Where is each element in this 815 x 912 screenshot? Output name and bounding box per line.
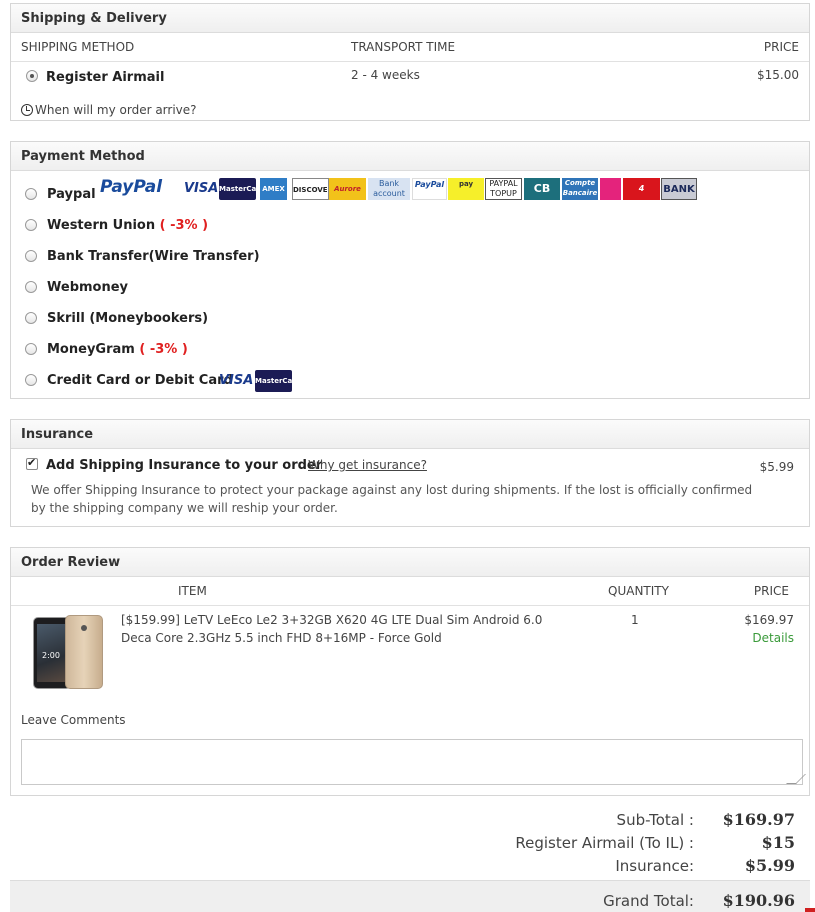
alarm-clock-icon — [21, 104, 33, 116]
col-shipping-method: SHIPPING METHOD — [21, 40, 135, 54]
webmoney-radio[interactable] — [25, 281, 37, 293]
grand-total-value: $190.96 — [722, 891, 795, 910]
register-airmail-radio[interactable] — [26, 70, 38, 82]
insurance-panel: Insurance Add Shipping Insurance to your… — [10, 419, 810, 527]
comments-label: Leave Comments — [21, 713, 126, 727]
pink-card-logo — [600, 178, 621, 200]
payment-label-western-union: Western Union — [47, 218, 156, 233]
shipping-option-row[interactable]: Register Airmail 2 - 4 weeks $15.00 — [11, 62, 809, 92]
payment-panel: Payment Method Paypal PayPal VISA Master… — [10, 141, 810, 399]
bank-logo: BANK — [661, 178, 697, 200]
bank-account-logo: Bank account — [368, 178, 410, 200]
col-item: ITEM — [178, 584, 207, 598]
order-title: Order Review — [11, 548, 809, 577]
payment-label-credit-card: Credit Card or Debit Card — [47, 373, 233, 388]
product-image[interactable]: 2:00 — [29, 615, 105, 693]
yellow-pay-logo: pay — [448, 178, 484, 200]
grand-total-label: Grand Total: — [603, 892, 694, 910]
col-order-price: PRICE — [753, 584, 789, 598]
comments-textarea[interactable] — [21, 739, 803, 785]
product-quantity: 1 — [631, 613, 639, 627]
western-union-discount: ( -3% ) — [159, 218, 209, 233]
bank-transfer-radio[interactable] — [25, 250, 37, 262]
western-union-radio[interactable] — [25, 219, 37, 231]
visa-logo: VISA — [184, 181, 218, 196]
shipping-title: Shipping & Delivery — [11, 4, 809, 33]
aurore-logo: Aurore — [329, 178, 366, 200]
insurance-title: Insurance — [11, 420, 809, 449]
paypal-logo: PayPal — [99, 177, 163, 197]
paypal-small-logo: PayPal — [412, 178, 447, 200]
payment-option-moneygram[interactable]: MoneyGram ( -3% ) — [25, 340, 325, 362]
product-price: $169.97 — [744, 613, 794, 627]
why-insurance-link[interactable]: Why get insurance? — [308, 458, 427, 472]
payment-title: Payment Method — [11, 142, 809, 171]
corner-marker-icon — [805, 908, 815, 912]
payment-label-webmoney: Webmoney — [47, 280, 129, 295]
insurance-price: $5.99 — [759, 460, 794, 474]
paypal-topup-logo: PAYPAL TOPUP — [485, 178, 522, 200]
discover-logo: DISCOVER — [292, 178, 329, 200]
insurance-label[interactable]: Add Shipping Insurance to your order — [46, 458, 322, 473]
insurance-description: We offer Shipping Insurance to protect y… — [31, 483, 753, 515]
insurance-total-value: $5.99 — [744, 856, 795, 875]
subtotal-label: Sub-Total : — [616, 811, 694, 829]
subtotal-value: $169.97 — [722, 810, 795, 829]
payment-option-western-union[interactable]: Western Union ( -3% ) — [25, 216, 325, 238]
col-quantity: QUANTITY — [608, 584, 669, 598]
shipping-total-label: Register Airmail (To IL) : — [515, 834, 694, 852]
payment-option-bank-transfer[interactable]: Bank Transfer(Wire Transfer) — [25, 247, 325, 269]
shipping-panel: Shipping & Delivery SHIPPING METHOD TRAN… — [10, 3, 810, 121]
payment-label-skrill: Skrill (Moneybookers) — [47, 311, 209, 326]
shipping-method-label: Register Airmail — [46, 70, 165, 85]
payment-logos-strip: PayPal VISA MasterCard AMEX DISCOVER Aur… — [96, 176, 697, 202]
shipping-total-value: $15 — [761, 833, 795, 852]
shipping-table-header: SHIPPING METHOD TRANSPORT TIME PRICE — [11, 33, 809, 62]
product-details-link[interactable]: Details — [752, 631, 794, 645]
credit-card-visa-logo: VISA — [219, 373, 253, 388]
paypal-radio[interactable] — [25, 188, 37, 200]
transport-time-value: 2 - 4 weeks — [351, 68, 420, 82]
credit-card-mastercard-logo: MasterCard — [255, 370, 292, 392]
order-totals: Sub-Total : $169.97 Register Airmail (To… — [0, 805, 815, 912]
amex-logo: AMEX — [260, 178, 287, 200]
moneygram-discount: ( -3% ) — [139, 342, 188, 357]
col-price: PRICE — [763, 40, 799, 54]
credit-card-radio[interactable] — [25, 374, 37, 386]
mastercard-logo: MasterCard — [219, 178, 256, 200]
order-arrive-text[interactable]: When will my order arrive? — [35, 103, 197, 117]
payment-label-bank-transfer: Bank Transfer(Wire Transfer) — [47, 249, 260, 264]
skrill-radio[interactable] — [25, 312, 37, 324]
payment-option-webmoney[interactable]: Webmoney — [25, 278, 325, 300]
insurance-total-label: Insurance: — [615, 857, 694, 875]
phone-clock: 2:00 — [42, 651, 60, 660]
col-transport-time: TRANSPORT TIME — [351, 40, 456, 54]
product-name[interactable]: [$159.99] LeTV LeEco Le2 3+32GB X620 4G … — [121, 611, 571, 647]
order-table-header: ITEM QUANTITY PRICE — [11, 577, 809, 606]
quatre-etoiles-logo: 4 étoiles — [623, 178, 660, 200]
compte-bancaire-logo: Compte Bancaire — [562, 178, 598, 200]
cb-logo: CB — [524, 178, 560, 200]
payment-label-moneygram: MoneyGram — [47, 342, 135, 357]
moneygram-radio[interactable] — [25, 343, 37, 355]
payment-option-skrill[interactable]: Skrill (Moneybookers) — [25, 309, 325, 331]
shipping-price-value: $15.00 — [757, 68, 799, 82]
order-panel: Order Review ITEM QUANTITY PRICE 2:00 [$… — [10, 547, 810, 796]
payment-label-paypal: Paypal — [47, 187, 96, 202]
order-arrive-link[interactable]: When will my order arrive? — [21, 103, 197, 117]
insurance-checkbox[interactable] — [26, 456, 38, 470]
